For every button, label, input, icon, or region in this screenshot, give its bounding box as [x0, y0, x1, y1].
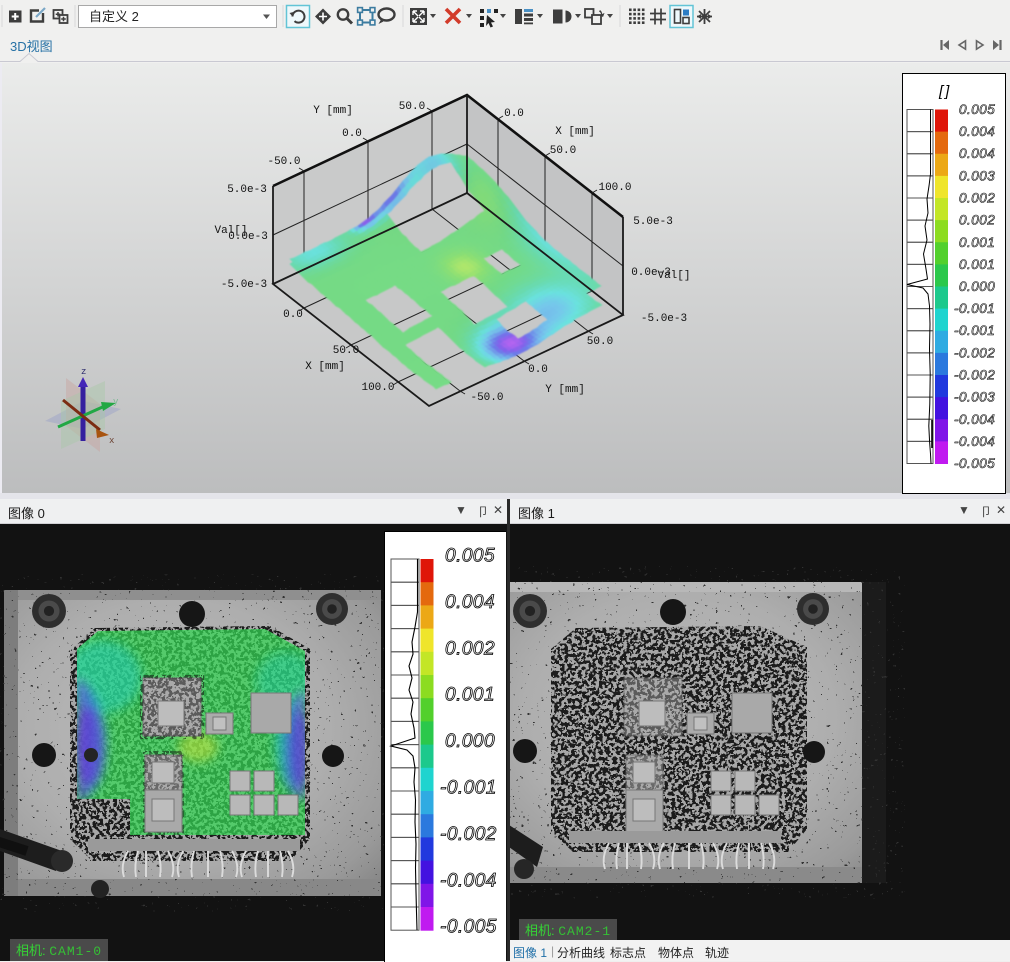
- svg-text:0.0: 0.0: [528, 364, 548, 376]
- svg-text:X [mm]: X [mm]: [305, 361, 345, 373]
- svg-text:0.0: 0.0: [283, 309, 303, 321]
- svg-text:-0.001: -0.001: [954, 323, 995, 338]
- svg-text:x: x: [109, 436, 114, 446]
- svg-text:-0.001: -0.001: [440, 778, 497, 799]
- svg-text:z: z: [81, 367, 86, 377]
- svg-text:100.0: 100.0: [361, 382, 394, 394]
- svg-text:-50.0: -50.0: [267, 156, 300, 168]
- svg-text:0.002: 0.002: [959, 213, 995, 228]
- svg-text:0.004: 0.004: [445, 592, 495, 613]
- svg-text:X [mm]: X [mm]: [555, 126, 595, 138]
- svg-text:0.002: 0.002: [959, 191, 995, 206]
- svg-text:-0.003: -0.003: [954, 390, 995, 405]
- svg-text:0.003: 0.003: [959, 168, 995, 183]
- svg-text:5.0e-3: 5.0e-3: [633, 216, 673, 228]
- svg-text:50.0: 50.0: [550, 145, 576, 157]
- svg-text:-50.0: -50.0: [470, 392, 503, 404]
- svg-text:50.0: 50.0: [587, 336, 613, 348]
- svg-text:Y [mm]: Y [mm]: [313, 105, 353, 117]
- svg-text:0.000: 0.000: [445, 731, 495, 752]
- svg-text:-0.004: -0.004: [954, 412, 995, 427]
- svg-text:Val[]: Val[]: [657, 270, 690, 282]
- svg-text:100.0: 100.0: [598, 182, 631, 194]
- svg-text:-0.005: -0.005: [440, 917, 497, 938]
- svg-text:0.001: 0.001: [959, 235, 995, 250]
- svg-text:[]: []: [938, 83, 951, 100]
- svg-text:-5.0e-3: -5.0e-3: [641, 313, 687, 325]
- svg-text:50.0: 50.0: [399, 101, 425, 113]
- svg-text:-5.0e-3: -5.0e-3: [221, 279, 267, 291]
- svg-text:0.005: 0.005: [445, 546, 495, 567]
- svg-text:-0.002: -0.002: [954, 345, 995, 360]
- svg-text:0.000: 0.000: [959, 279, 995, 294]
- svg-text:0.001: 0.001: [959, 257, 995, 272]
- svg-text:50.0: 50.0: [333, 345, 359, 357]
- svg-text:Y [mm]: Y [mm]: [545, 384, 585, 396]
- svg-text:-0.004: -0.004: [954, 434, 995, 449]
- svg-text:0.0e-3: 0.0e-3: [228, 231, 268, 243]
- svg-text:-0.005: -0.005: [954, 456, 995, 471]
- svg-text:0.002: 0.002: [445, 638, 495, 659]
- svg-text:0.0: 0.0: [504, 108, 524, 120]
- svg-text:-0.004: -0.004: [440, 870, 497, 891]
- svg-text:5.0e-3: 5.0e-3: [227, 184, 267, 196]
- svg-text:0.004: 0.004: [959, 124, 995, 139]
- svg-text:0.004: 0.004: [959, 146, 995, 161]
- svg-text:自定义 2: 自定义 2: [89, 9, 139, 24]
- svg-text:-0.002: -0.002: [954, 368, 995, 383]
- svg-text:0.001: 0.001: [445, 685, 495, 706]
- svg-text:y: y: [113, 397, 119, 407]
- svg-text:0.005: 0.005: [959, 102, 995, 117]
- svg-text:-0.002: -0.002: [440, 824, 497, 845]
- svg-text:0.0: 0.0: [342, 128, 362, 140]
- svg-text:-0.001: -0.001: [954, 301, 995, 316]
